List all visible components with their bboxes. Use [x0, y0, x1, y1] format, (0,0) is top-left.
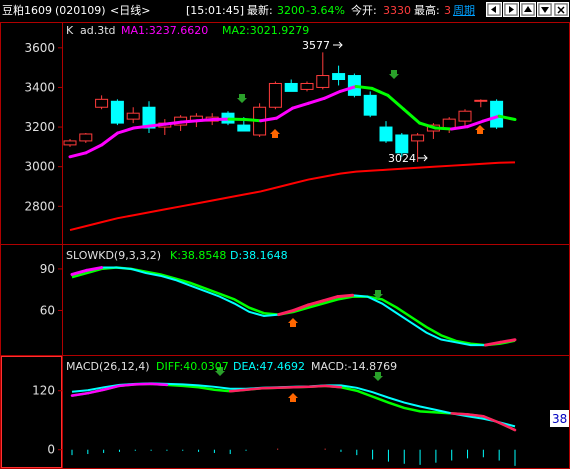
- macd-rising-segment: [323, 384, 343, 389]
- buy-signal-icon: [270, 129, 280, 138]
- kd-d-line: [71, 266, 516, 347]
- kd-buy-signal-icon: [288, 318, 298, 327]
- candle-body: [268, 82, 282, 108]
- low-annotation: 3024: [388, 152, 416, 165]
- ma1-segment: [116, 126, 136, 135]
- macd-dea-line: [71, 382, 516, 428]
- ma1-segment: [370, 86, 390, 97]
- macd-indicator-label: MACD(26,12,4): [66, 360, 150, 373]
- y-tick-label: 3200: [24, 120, 55, 134]
- ma1-segment: [195, 118, 215, 123]
- ma1-segment: [243, 118, 263, 123]
- ma1-label: MA1:3237.6620: [121, 24, 208, 37]
- ma1-segment: [386, 93, 406, 111]
- low-arrow-icon: [418, 154, 428, 162]
- macd-y-tick-label: 0: [47, 443, 55, 457]
- macd-rising-segment: [228, 388, 248, 393]
- y-tick-label: 3600: [24, 41, 55, 55]
- candle-body: [474, 99, 488, 102]
- ma1-segment: [68, 151, 88, 159]
- kd-indicator-label: SLOWKD(9,3,3,2): [66, 249, 161, 262]
- ma1-segment: [291, 101, 310, 110]
- high-arrow-icon: [333, 41, 343, 49]
- kd-rising-segment: [277, 308, 295, 317]
- kd-k-value: K:38.8548: [170, 249, 226, 262]
- kd-y-tick-label: 90: [40, 262, 55, 276]
- candle-body: [79, 133, 93, 142]
- candle-body: [458, 110, 472, 122]
- macd-badge: 38: [552, 412, 567, 426]
- ma1-segment: [275, 106, 294, 120]
- ma2-line: [69, 161, 516, 232]
- macd-diff-line: [71, 382, 516, 432]
- ma1-segment: [163, 120, 183, 126]
- k-label: K: [66, 24, 74, 37]
- macd-diff-value: DIFF:40.0307: [156, 360, 229, 373]
- ma1-segment: [84, 143, 104, 155]
- candle-body: [379, 126, 393, 142]
- ma1-segment: [354, 84, 374, 90]
- macd-rising-segment: [308, 384, 327, 389]
- candle-body: [237, 124, 251, 132]
- kd-k-line: [71, 266, 516, 347]
- macd-dea-value: DEA:47.4692: [233, 360, 305, 373]
- macd-y-tick-label: 120: [32, 384, 55, 398]
- candle-body: [395, 134, 409, 154]
- sell-signal-icon: [237, 94, 247, 103]
- ma1-segment: [132, 124, 151, 130]
- futures-kline-window: 豆粕1609 (020109) <日线> [15:01:45] 最新: 3200…: [0, 0, 570, 469]
- candle-body: [300, 82, 314, 90]
- candle-body: [126, 112, 140, 120]
- ma1-segment: [306, 96, 326, 105]
- chart-canvas[interactable]: 36003400320030002800 9060 1200 K ad.3td …: [0, 0, 570, 469]
- ma1-segment: [179, 119, 199, 124]
- candle-body: [316, 75, 330, 88]
- kd-rising-segment: [336, 293, 355, 299]
- kd-y-tick-label: 60: [40, 303, 55, 317]
- sell-signal-icon: [389, 70, 399, 79]
- macd-value: MACD:-14.8769: [311, 360, 397, 373]
- macd-rising-segment: [149, 382, 169, 387]
- series-label: ad.3td: [80, 24, 116, 37]
- candle-body: [363, 94, 377, 116]
- macd-sell-signal-icon: [373, 372, 383, 381]
- buy-signal-icon: [475, 125, 485, 134]
- ma1-segment: [434, 126, 453, 131]
- y-tick-label: 2800: [24, 199, 55, 213]
- ma2-label: MA2:3021.9279: [222, 24, 309, 37]
- macd-rising-segment: [244, 387, 264, 392]
- macd-rising-segment: [70, 391, 90, 397]
- kd-d-value: D:38.1648: [230, 249, 288, 262]
- candle-body: [490, 100, 504, 128]
- candle-body: [110, 100, 124, 124]
- candle-body: [63, 140, 77, 146]
- candle-body: [332, 73, 346, 81]
- candle-body: [411, 134, 425, 142]
- candle-body: [95, 98, 109, 108]
- ma1-segment: [402, 107, 422, 125]
- macd-rising-segment: [450, 412, 469, 416]
- ma1-segment: [322, 89, 342, 100]
- macd-rising-segment: [118, 383, 137, 388]
- high-annotation: 3577: [302, 39, 330, 52]
- ma1-segment: [100, 131, 120, 147]
- y-tick-label: 3000: [24, 160, 55, 174]
- macd-buy-signal-icon: [288, 393, 298, 402]
- candle-body: [284, 82, 298, 92]
- y-tick-label: 3400: [24, 80, 55, 94]
- ma1-segment: [147, 122, 167, 128]
- ma1-segment: [465, 119, 485, 129]
